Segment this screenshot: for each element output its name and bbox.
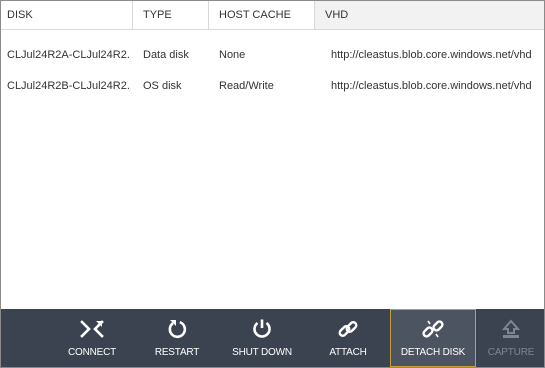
link-icon [305, 318, 391, 340]
column-header-type[interactable]: TYPE [133, 1, 209, 29]
connect-icon [49, 318, 135, 340]
column-header-vhd[interactable]: VHD [315, 1, 544, 29]
attach-label: ATTACH [329, 347, 367, 358]
host-cache-cell: None [219, 49, 246, 61]
power-icon [219, 318, 305, 340]
disk-cell: CLJul24R2B-CLJul24R2... [7, 80, 131, 92]
capture-label: CAPTURE [487, 347, 535, 358]
column-header-host-cache[interactable]: HOST CACHE [209, 1, 315, 29]
unlink-icon [391, 318, 475, 340]
attach-button[interactable]: ATTACH [305, 309, 391, 367]
table-row[interactable]: CLJul24R2A-CLJul24R2... Data disk None h… [1, 43, 544, 67]
capture-button[interactable]: CAPTURE [476, 309, 544, 367]
restart-button[interactable]: RESTART [134, 309, 220, 367]
disk-cell: CLJul24R2A-CLJul24R2... [7, 49, 131, 61]
vhd-cell: http://cleastus.blob.core.windows.net/vh… [331, 80, 532, 92]
detach-disk-button[interactable]: DETACH DISK [390, 309, 476, 367]
vhd-cell: http://cleastus.blob.core.windows.net/vh… [331, 49, 532, 61]
shut-down-label: SHUT DOWN [232, 347, 292, 358]
restart-label: RESTART [154, 347, 200, 358]
disks-panel: DISK TYPE HOST CACHE VHD CLJul24R2A-CLJu… [0, 0, 545, 368]
type-cell: Data disk [143, 49, 189, 61]
column-header-disk[interactable]: DISK [1, 1, 133, 29]
type-cell: OS disk [143, 80, 182, 92]
host-cache-cell: Read/Write [219, 80, 274, 92]
connect-label: CONNECT [67, 347, 117, 358]
table-header: DISK TYPE HOST CACHE VHD [1, 1, 544, 30]
table-row[interactable]: CLJul24R2B-CLJul24R2... OS disk Read/Wri… [1, 74, 544, 98]
restart-icon [134, 318, 220, 340]
connect-button[interactable]: CONNECT [49, 309, 135, 367]
shut-down-button[interactable]: SHUT DOWN [219, 309, 305, 367]
command-bar: CONNECT RESTART SHUT DOWN ATTACH DETACH … [1, 309, 544, 367]
capture-icon [476, 318, 544, 340]
detach-disk-label: DETACH DISK [400, 347, 466, 358]
